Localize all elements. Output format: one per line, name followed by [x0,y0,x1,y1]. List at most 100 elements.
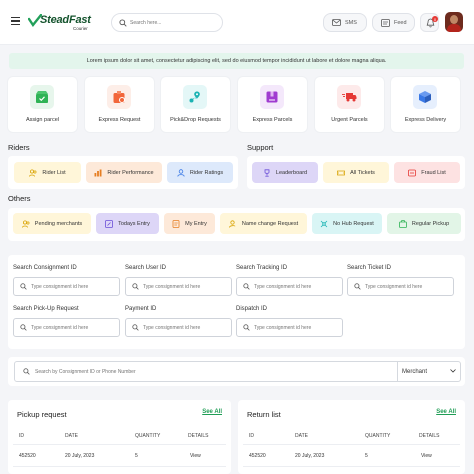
pickup-request-input[interactable] [31,322,117,334]
user-edit-icon [228,219,236,228]
chip-rider-ratings[interactable]: Rider Ratings [167,162,233,183]
parcel-check-icon [30,85,54,109]
column-header: DETAILS [188,433,209,439]
dispatch-id-field[interactable] [236,318,343,337]
field-label: Search User ID [125,265,167,271]
card-label: Express Request [98,117,141,123]
divider [13,466,226,467]
field-label: Search Consignment ID [13,265,77,271]
ticket-id-input[interactable] [365,281,451,293]
map-route-icon [183,85,207,109]
card-express-delivery[interactable]: Express Delivery [391,77,460,132]
others-title: Others [8,194,31,203]
table-cell: 452520 [249,453,266,459]
notification-button[interactable]: 0 [420,13,439,32]
search-icon [243,324,250,331]
panel-title: Return list [247,410,281,419]
chip-label: Rider Ratings [189,169,224,176]
hub-icon [320,220,328,227]
chip-name-change-request[interactable]: Name change Request [220,213,307,234]
chip-label: Todays Entry [118,220,150,227]
chip-no-hub-request[interactable]: No Hub Request [312,213,382,234]
field-label: Dispatch ID [236,306,268,312]
chip-pending-merchants[interactable]: Pending merchants [13,213,91,234]
search-icon [23,368,30,375]
card-express-parcels[interactable]: Express Parcels [238,77,307,132]
payment-id-input[interactable] [143,322,229,334]
chip-rider-performance[interactable]: Rider Performance [86,162,162,183]
chip-label: Rider List [42,169,66,176]
chip-todays-entry[interactable]: Todays Entry [96,213,159,234]
column-header: QUANTITY [365,433,391,439]
user-id-field[interactable] [125,277,232,296]
global-search-input[interactable] [35,366,385,378]
column-header: DETAILS [419,433,440,439]
view-link[interactable]: View [421,453,432,459]
card-label: Express Parcels [252,117,293,123]
chip-label: Fraud List [421,169,446,176]
logo-name: SteadFast [40,14,91,26]
chip-label: Rider Performance [107,169,154,176]
sms-button[interactable]: SMS [323,13,367,32]
header-search-input[interactable] [130,17,220,29]
divider [13,444,226,445]
chip-my-entry[interactable]: My Entry [164,213,215,234]
search-icon [132,324,139,331]
search-icon [20,283,27,290]
dispatch-id-input[interactable] [254,322,340,334]
chip-fraud-list[interactable]: Fraud List [394,162,460,183]
chip-label: Name change Request [241,220,299,227]
card-label: Assign parcel [25,117,60,123]
global-search-box[interactable]: Merchant [14,361,461,382]
table-cell: 452520 [19,453,36,459]
consignment-id-input[interactable] [31,281,117,293]
card-pick-drop-requests[interactable]: Pick&Drop Requests [161,77,230,132]
card-assign-parcel[interactable]: Assign parcel [8,77,77,132]
search-icon [354,283,361,290]
field-label: Search Tracking ID [236,265,288,271]
see-all-link[interactable]: See All [202,409,222,415]
pickup-request-field[interactable] [13,318,120,337]
others-panel: Pending merchants Todays Entry My Entry … [8,208,465,241]
chip-all-tickets[interactable]: All Tickets [323,162,389,183]
express-box-icon [107,85,131,109]
chip-rider-list[interactable]: Rider List [14,162,81,183]
top-header: SteadFast Courier SMS Feed 0 [0,0,474,45]
steadfast-logo[interactable]: SteadFast Courier [28,14,96,32]
merchant-select[interactable]: Merchant [397,362,461,381]
logo-sub: Courier [73,26,88,31]
avatar[interactable] [445,12,463,32]
chip-label: Regular Pickup [411,220,450,227]
card-label: Urgent Parcels [331,117,368,123]
payment-id-field[interactable] [125,318,232,337]
feed-icon [381,18,390,27]
tracking-id-field[interactable] [236,277,343,296]
card-express-request[interactable]: Express Request [85,77,154,132]
search-id-form: Search Consignment ID Search User ID Sea… [8,255,465,349]
chip-leaderboard[interactable]: Leaderboard [252,162,318,183]
table-cell: 20 July, 2023 [295,453,325,459]
support-title: Support [247,143,274,152]
users-icon [21,219,30,228]
feed-button[interactable]: Feed [372,13,415,32]
hamburger-menu-icon[interactable] [11,17,20,25]
header-search[interactable] [111,13,223,32]
view-link[interactable]: View [190,453,201,459]
notification-badge: 0 [432,16,438,22]
chip-regular-pickup[interactable]: Regular Pickup [387,213,461,234]
user-id-input[interactable] [143,281,229,293]
see-all-link[interactable]: See All [436,409,456,415]
support-panel: Leaderboard All Tickets Fraud List [247,156,465,189]
column-header: QUANTITY [135,433,161,439]
fast-truck-icon [337,85,361,109]
card-urgent-parcels[interactable]: Urgent Parcels [315,77,384,132]
ticket-id-field[interactable] [347,277,454,296]
consignment-id-field[interactable] [13,277,120,296]
column-header: ID [19,433,24,439]
chip-label: Pending merchants [34,220,83,227]
column-header: ID [249,433,254,439]
users-icon [29,168,37,177]
tracking-id-input[interactable] [254,281,340,293]
chip-label: All Tickets [350,169,375,176]
search-icon [132,283,139,290]
